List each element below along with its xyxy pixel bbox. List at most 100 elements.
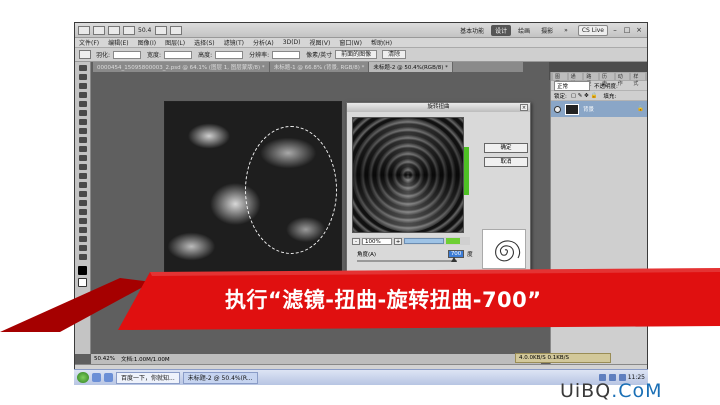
dialog-title-text: 旋转扭曲	[427, 104, 450, 110]
height-input[interactable]	[215, 50, 244, 59]
mini-bridge-icon[interactable]	[108, 25, 120, 35]
feather-input[interactable]	[113, 50, 142, 59]
menu-analysis[interactable]: 分析(A)	[253, 38, 274, 47]
eye-icon[interactable]	[554, 105, 561, 113]
dodge-tool-icon[interactable]	[78, 182, 87, 188]
tab-channels[interactable]: 通道	[568, 73, 583, 87]
cs-live-button[interactable]: CS Live	[577, 24, 608, 36]
menu-bar: 文件(F) 编辑(E) 图像(I) 图层(L) 选择(S) 滤镜(T) 分析(A…	[75, 38, 647, 48]
document-canvas[interactable]	[164, 101, 342, 273]
menu-file[interactable]: 文件(F)	[79, 38, 99, 47]
resolution-unit-select[interactable]: 像素/英寸	[306, 50, 332, 59]
quick-launch-icon[interactable]	[92, 373, 101, 382]
angle-slider[interactable]	[357, 257, 458, 262]
menu-window[interactable]: 窗口(W)	[339, 38, 362, 47]
shape-tool-icon[interactable]	[78, 218, 87, 224]
workspace-design[interactable]: 设计	[491, 24, 512, 36]
workspace-painting[interactable]: 绘画	[514, 25, 534, 36]
maximize-button[interactable]: □	[622, 26, 632, 34]
path-select-tool-icon[interactable]	[78, 209, 87, 215]
hand-tool-icon[interactable]	[155, 25, 168, 35]
tab-document-3[interactable]: 未标题-2 @ 50.4%(RGB/8) *	[369, 62, 453, 72]
menu-edit[interactable]: 编辑(E)	[108, 38, 128, 47]
status-zoom[interactable]: 50.42%	[94, 356, 115, 362]
blur-tool-icon[interactable]	[78, 173, 87, 179]
hand-tool-icon[interactable]	[78, 245, 87, 251]
eraser-tool-icon[interactable]	[78, 155, 87, 161]
healing-tool-icon[interactable]	[78, 119, 87, 125]
height-label: 高度:	[198, 52, 213, 59]
front-image-button[interactable]: 前面的图像	[335, 50, 378, 59]
workspace-more-button[interactable]: »	[560, 26, 572, 35]
tab-layers[interactable]: 图层	[553, 73, 567, 87]
workspace-essentials[interactable]: 基本功能	[456, 25, 488, 36]
zoom-level-display[interactable]: 50.4	[138, 27, 151, 34]
type-tool-icon[interactable]	[78, 200, 87, 206]
eyedropper-tool-icon[interactable]	[78, 110, 87, 116]
taskbar-item-browser[interactable]: 百度一下，你就知...	[116, 371, 180, 384]
menu-image[interactable]: 图像(I)	[138, 38, 156, 47]
tab-styles[interactable]: 样式	[631, 73, 646, 87]
history-brush-icon[interactable]	[78, 146, 87, 152]
tab-history[interactable]: 历史	[600, 73, 614, 87]
angle-unit: 度	[467, 252, 473, 258]
width-input[interactable]	[164, 50, 193, 59]
ok-button[interactable]: 确定	[484, 143, 528, 153]
marquee-preset-icon[interactable]	[79, 50, 91, 59]
resolution-label: 分辨率:	[249, 52, 270, 59]
preview-scroll-thumb[interactable]	[446, 238, 460, 244]
workspace-photography[interactable]: 摄影	[537, 25, 557, 36]
brush-tool-icon[interactable]	[78, 128, 87, 134]
filter-preview[interactable]	[352, 117, 464, 233]
dialog-close-button[interactable]: ×	[520, 104, 528, 111]
pen-tool-icon[interactable]	[78, 191, 87, 197]
menu-help[interactable]: 帮助(H)	[371, 38, 392, 47]
blend-mode-select[interactable]: 正常	[554, 80, 590, 91]
menu-select[interactable]: 选择(S)	[194, 38, 215, 47]
tab-actions[interactable]: 动作	[615, 73, 630, 87]
menu-layer[interactable]: 图层(L)	[165, 38, 185, 47]
preview-scrollbar[interactable]	[404, 238, 444, 244]
lasso-tool-icon[interactable]	[78, 83, 87, 89]
tab-document-2[interactable]: 未标题-1 @ 66.8% (背景, RGB/8) *	[270, 62, 370, 72]
menu-view[interactable]: 视图(V)	[310, 38, 331, 47]
zoom-in-button[interactable]: +	[394, 237, 402, 245]
stamp-tool-icon[interactable]	[78, 137, 87, 143]
tab-paths[interactable]: 路径	[584, 73, 599, 87]
menu-filter[interactable]: 滤镜(T)	[224, 38, 244, 47]
lock-label: 锁定:	[554, 93, 567, 100]
screen-mode-icon[interactable]	[170, 25, 183, 35]
start-button[interactable]	[77, 372, 89, 383]
3d-rotate-tool-icon[interactable]	[78, 227, 87, 233]
layer-thumbnail	[565, 103, 579, 115]
bridge-icon[interactable]	[93, 25, 105, 35]
quick-launch-icon[interactable]	[104, 373, 113, 382]
layer-row-background[interactable]: 背景 🔒	[551, 101, 647, 117]
minimize-button[interactable]: –	[610, 26, 620, 34]
close-button[interactable]: ×	[634, 26, 644, 34]
network-speed-widget: 4.0.0KB/S 0.1KB/S	[515, 353, 611, 363]
ps-logo-icon	[78, 25, 90, 35]
menu-3d[interactable]: 3D(D)	[283, 39, 301, 46]
options-bar: 羽化: 宽度: 高度: 分辨率: 像素/英寸 前面的图像 清除	[75, 48, 647, 62]
zoom-tool-icon[interactable]	[78, 254, 87, 260]
angle-slider-knob[interactable]	[451, 257, 458, 262]
clear-button[interactable]: 清除	[382, 50, 407, 59]
resolution-input[interactable]	[272, 50, 301, 59]
lock-icons[interactable]: ▢ ✎ ✥ 🔒	[571, 93, 598, 99]
tab-document-1[interactable]: 0000454_15095800003_2.psd @ 64.1% (图层 1,…	[93, 62, 270, 72]
status-doc-size: 文档:1.00M/1.00M	[120, 357, 170, 363]
feather-label: 羽化:	[96, 52, 111, 59]
quick-select-tool-icon[interactable]	[78, 92, 87, 98]
3d-orbit-tool-icon[interactable]	[78, 236, 87, 242]
move-tool-icon[interactable]	[78, 65, 87, 71]
view-extras-icon[interactable]	[123, 25, 135, 35]
zoom-out-button[interactable]: -	[352, 237, 360, 245]
crop-tool-icon[interactable]	[78, 101, 87, 107]
cancel-button[interactable]: 取消	[484, 157, 528, 167]
opacity-label: 不透明度:	[594, 83, 618, 90]
taskbar-item-photoshop[interactable]: 未标题-2 @ 50.4%(R...	[182, 371, 258, 384]
gradient-tool-icon[interactable]	[78, 164, 87, 170]
watermark-suffix: .CoM	[611, 380, 663, 402]
marquee-tool-icon[interactable]	[78, 74, 87, 80]
